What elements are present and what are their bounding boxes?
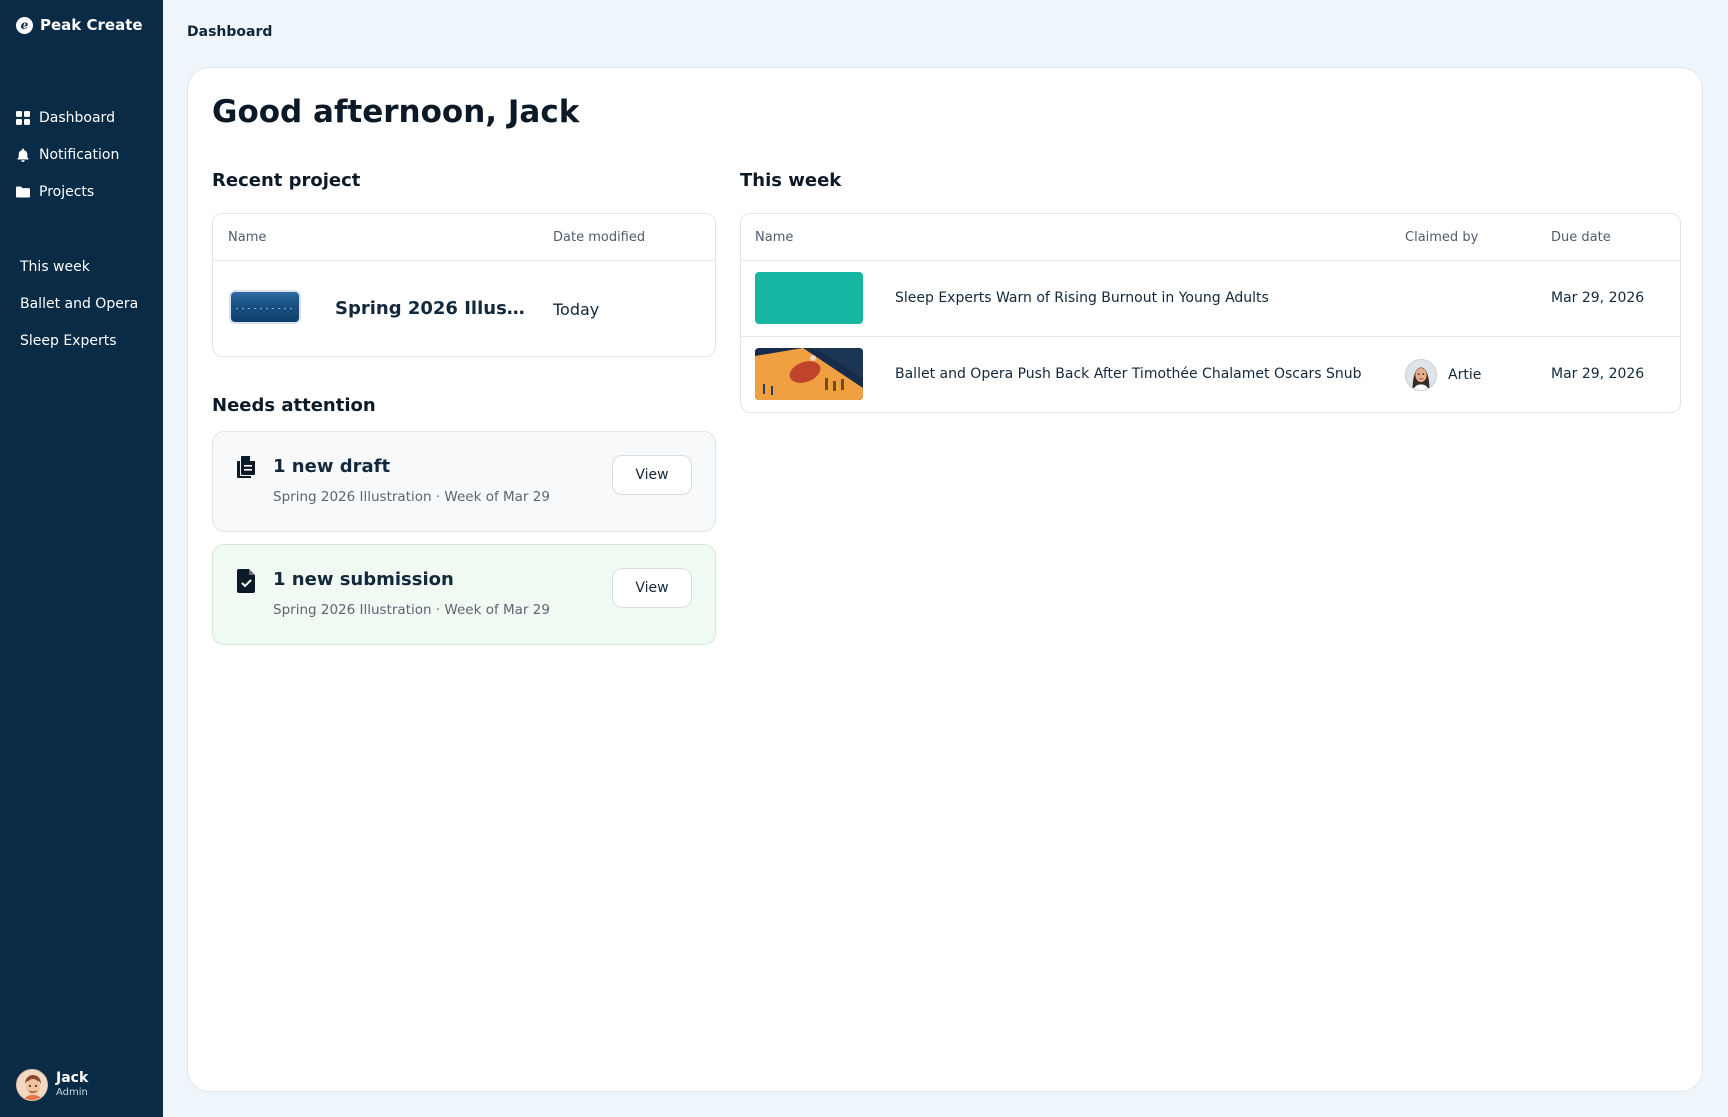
- attention-subtitle: Spring 2026 Illustration · Week of Mar 2…: [273, 602, 550, 618]
- sidebar-item-projects[interactable]: Projects: [16, 173, 119, 210]
- task-name[interactable]: Sleep Experts Warn of Rising Burnout in …: [895, 290, 1269, 306]
- task-due-date: Mar 29, 2026: [1551, 366, 1645, 382]
- avatar: [16, 1069, 48, 1101]
- task-due-date: Mar 29, 2026: [1551, 290, 1645, 306]
- user-name: Jack: [56, 1070, 89, 1086]
- table-header: Name Date modified: [213, 214, 715, 261]
- sidebar-nav: Dashboard Notification Projects: [16, 99, 119, 210]
- breadcrumb: Dashboard: [187, 24, 273, 40]
- this-week-title: This week: [740, 170, 842, 191]
- drafts-icon: [237, 456, 257, 480]
- brand-name: Peak Create: [40, 16, 143, 34]
- file-check-icon: [237, 569, 257, 593]
- this-week-table: Name Claimed by Due date Sleep Experts W…: [740, 213, 1681, 413]
- task-name[interactable]: Ballet and Opera Push Back After Timothé…: [895, 366, 1362, 382]
- attention-subtitle: Spring 2026 Illustration · Week of Mar 2…: [273, 489, 550, 505]
- bell-icon: [16, 148, 30, 162]
- attention-card-submission: 1 new submission Spring 2026 Illustratio…: [212, 544, 716, 645]
- project-thumbnail: [229, 290, 301, 324]
- column-header-due-date[interactable]: Due date: [1551, 230, 1611, 245]
- attention-title: 1 new submission: [273, 569, 454, 590]
- attention-title: 1 new draft: [273, 456, 391, 477]
- attention-card-draft: 1 new draft Spring 2026 Illustration · W…: [212, 431, 716, 532]
- sidebar-shortcuts: This week Ballet and Opera Sleep Experts: [20, 248, 138, 359]
- sidebar-item-notification[interactable]: Notification: [16, 136, 119, 173]
- view-draft-button[interactable]: View: [612, 455, 692, 495]
- sidebar-item-label: Dashboard: [39, 109, 115, 126]
- column-header-date-modified[interactable]: Date modified: [553, 230, 645, 245]
- peak-create-logo-icon: e: [16, 16, 33, 34]
- grid-icon: [16, 110, 30, 125]
- shortcut-sleep-experts[interactable]: Sleep Experts: [20, 322, 138, 359]
- avatar: [1405, 359, 1437, 391]
- task-thumbnail: [755, 272, 863, 324]
- folder-icon: [16, 185, 30, 199]
- task-claimed-by: Artie: [1405, 359, 1481, 391]
- user-role: Admin: [56, 1087, 88, 1098]
- needs-attention-title: Needs attention: [212, 395, 376, 416]
- column-header-name: Name: [755, 230, 794, 245]
- project-name[interactable]: Spring 2026 Illustration: [335, 298, 525, 319]
- table-row[interactable]: Spring 2026 Illustration Today: [213, 261, 715, 356]
- recent-project-title: Recent project: [212, 170, 361, 191]
- view-submission-button[interactable]: View: [612, 568, 692, 608]
- table-row[interactable]: Sleep Experts Warn of Rising Burnout in …: [741, 261, 1680, 337]
- table-row[interactable]: Ballet and Opera Push Back After Timothé…: [741, 337, 1680, 412]
- recent-project-table: Name Date modified Spring 2026 Illustrat…: [212, 213, 716, 357]
- table-header: Name Claimed by Due date: [741, 214, 1680, 261]
- sidebar-item-label: Notification: [39, 146, 120, 163]
- column-header-name: Name: [228, 230, 267, 245]
- brand[interactable]: e Peak Create: [16, 16, 143, 34]
- sidebar-item-dashboard[interactable]: Dashboard: [16, 99, 119, 136]
- project-date-modified: Today: [553, 300, 600, 319]
- sidebar: e Peak Create Dashboard Notification Pro…: [0, 0, 163, 1117]
- shortcut-this-week[interactable]: This week: [20, 248, 138, 285]
- main-panel: Good afternoon, Jack Recent project Name…: [187, 67, 1703, 1092]
- sidebar-item-label: Projects: [39, 183, 95, 200]
- shortcut-ballet-and-opera[interactable]: Ballet and Opera: [20, 285, 138, 322]
- user-profile[interactable]: Jack Admin: [16, 1069, 88, 1101]
- page-title: Good afternoon, Jack: [212, 94, 580, 130]
- claimed-by-name: Artie: [1448, 367, 1482, 383]
- task-thumbnail: [755, 348, 863, 400]
- column-header-claimed-by: Claimed by: [1405, 230, 1479, 245]
